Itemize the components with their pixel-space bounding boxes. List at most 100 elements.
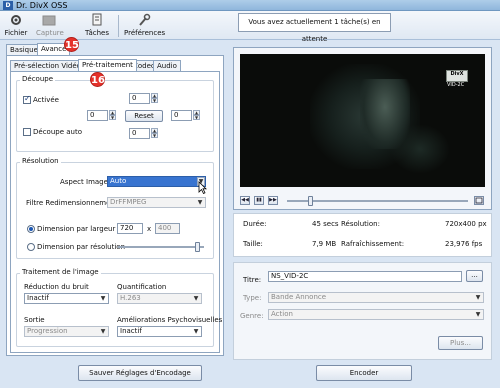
chevron-down-icon: ▼ [475,294,481,301]
dim-resolution-label: Dimension par résolution [37,243,126,251]
info-resolution-label: Résolution: [341,220,380,228]
titre-label: Titre: [243,276,262,284]
dim-largeur-radio[interactable] [27,225,35,233]
bruit-value: Inactif [27,294,49,302]
largeur-input[interactable]: 720 [117,223,143,234]
rafraich-label: Rafraîchissement: [341,240,405,248]
crop-left-input[interactable]: 0 [87,110,108,121]
gear-icon [11,15,21,25]
pending-tasks-status: Vous avez actuellement 1 tâche(s) en att… [238,13,391,43]
callout-badge-16: 16 [90,72,105,87]
type-label: Type: [243,294,262,302]
bruit-select[interactable]: Inactif ▼ [24,293,109,304]
folder-icon [42,15,56,26]
crop-top-input[interactable]: 0 [129,93,150,104]
chevron-down-icon: ▼ [100,328,106,335]
taille-label: Taille: [243,240,263,248]
chevron-down-icon: ▼ [193,328,199,335]
genre-label: Genre: [240,312,264,320]
quantification-value: H.263 [120,294,141,302]
video-code-label: VID-2C [447,82,465,88]
crop-bottom-stepper[interactable]: ▲ ▼ [151,128,158,139]
toolbar-taches[interactable]: Tâches [84,13,110,37]
dim-resolution-radio[interactable] [27,243,35,251]
quantification-select[interactable]: H.263 ▼ [117,293,202,304]
psycho-label: Améliorations Psychovisuelles [117,316,223,324]
sortie-label: Sortie [24,316,45,324]
aspect-image-select[interactable]: Auto ▼ [107,176,206,187]
genre-value: Action [271,310,293,318]
reset-button[interactable]: Reset [125,110,163,122]
resolution-slider-track[interactable] [118,246,204,248]
filtre-redim-label: Filtre Redimensionnement [26,199,118,207]
crop-bottom-input[interactable]: 0 [129,128,150,139]
fullscreen-icon [475,197,483,204]
psycho-select[interactable]: Inactif ▼ [117,326,202,337]
callout-badge-15: 15 [64,37,79,52]
toolbar-separator [118,15,119,37]
tab-pretraitement[interactable]: Pré-traitement [78,59,137,71]
encode-button[interactable]: Encoder [316,365,412,381]
toolbar-preferences-label: Préférences [124,29,166,37]
rewind-button[interactable]: ◀◀ [240,196,250,205]
resolution-legend: Résolution [20,157,61,165]
forward-button[interactable]: ▶▶ [268,196,278,205]
chevron-down-icon: ▼ [197,199,203,206]
toolbar-capture[interactable]: Capture [36,13,64,37]
title-bar: D Dr. DivX OSS [0,0,500,11]
toolbar-taches-label: Tâches [85,29,109,37]
type-select[interactable]: Bande Annonce ▼ [268,292,484,303]
crop-left-stepper[interactable]: ▲ ▼ [109,110,116,121]
sortie-value: Progression [27,327,68,335]
times-sign: x [147,225,152,233]
genre-select[interactable]: Action ▼ [268,309,484,320]
chevron-down-icon: ▼ [475,311,481,318]
psycho-value: Inactif [120,327,142,335]
toolbar-fichier-label: Fichier [4,29,28,37]
divx-logo: DivX [446,70,468,82]
resolution-slider-thumb[interactable] [194,242,200,252]
type-value: Bande Annonce [271,293,327,301]
toolbar-fichier[interactable]: Fichier [4,13,28,37]
window-title: Dr. DivX OSS [16,1,68,10]
toolbar-capture-label: Capture [36,29,64,37]
dim-largeur-label: Dimension par largeur [37,225,116,233]
activee-checkbox[interactable] [23,94,31,104]
pause-button[interactable]: ▮▮ [254,196,264,205]
seek-track[interactable] [287,200,468,202]
decoupe-auto-label: Découpe auto [33,128,82,136]
footer-bar [0,361,500,388]
aspect-image-value: Auto [110,177,127,185]
tab-audio[interactable]: Audio [153,60,181,71]
duree-label: Durée: [243,220,267,228]
browse-button[interactable]: ... [466,270,483,282]
filtre-redim-select[interactable]: DrFFMPEG ▼ [107,197,206,208]
activee-label: Activée [33,96,59,104]
titre-input[interactable]: NS_VID-2C [268,271,462,282]
bruit-label: Réduction du bruit [24,283,89,291]
filtre-redim-value: DrFFMPEG [110,198,147,206]
rafraich-value: 23,976 fps [445,240,483,248]
taille-value: 7,9 MB [312,240,337,248]
chevron-down-icon: ▼ [193,295,199,302]
decoupe-legend: Découpe [20,75,56,83]
tab-preselection-video[interactable]: Pré-sélection Vidéo [10,60,85,71]
decoupe-auto-checkbox[interactable] [23,128,31,136]
info-resolution-value: 720x400 px [445,220,487,228]
sortie-select[interactable]: Progression ▼ [24,326,109,337]
quantification-label: Quantification [117,283,167,291]
crop-right-stepper[interactable]: ▲ ▼ [193,110,200,121]
seek-thumb[interactable] [308,196,314,206]
crop-right-input[interactable]: 0 [171,110,192,121]
wrench-icon [139,13,151,26]
crop-top-stepper[interactable]: ▲ ▼ [151,93,158,104]
hauteur-input[interactable]: 400 [155,223,180,234]
fullscreen-button[interactable] [474,196,484,205]
toolbar-preferences[interactable]: Préférences [124,13,166,37]
aspect-image-label: Aspect Image [60,178,108,186]
mouse-cursor-icon [198,181,207,194]
app-icon: D [3,1,13,10]
chevron-down-icon: ▼ [100,295,106,302]
save-settings-button[interactable]: Sauver Réglages d'Encodage [78,365,202,381]
plus-button[interactable]: Plus... [438,336,483,350]
